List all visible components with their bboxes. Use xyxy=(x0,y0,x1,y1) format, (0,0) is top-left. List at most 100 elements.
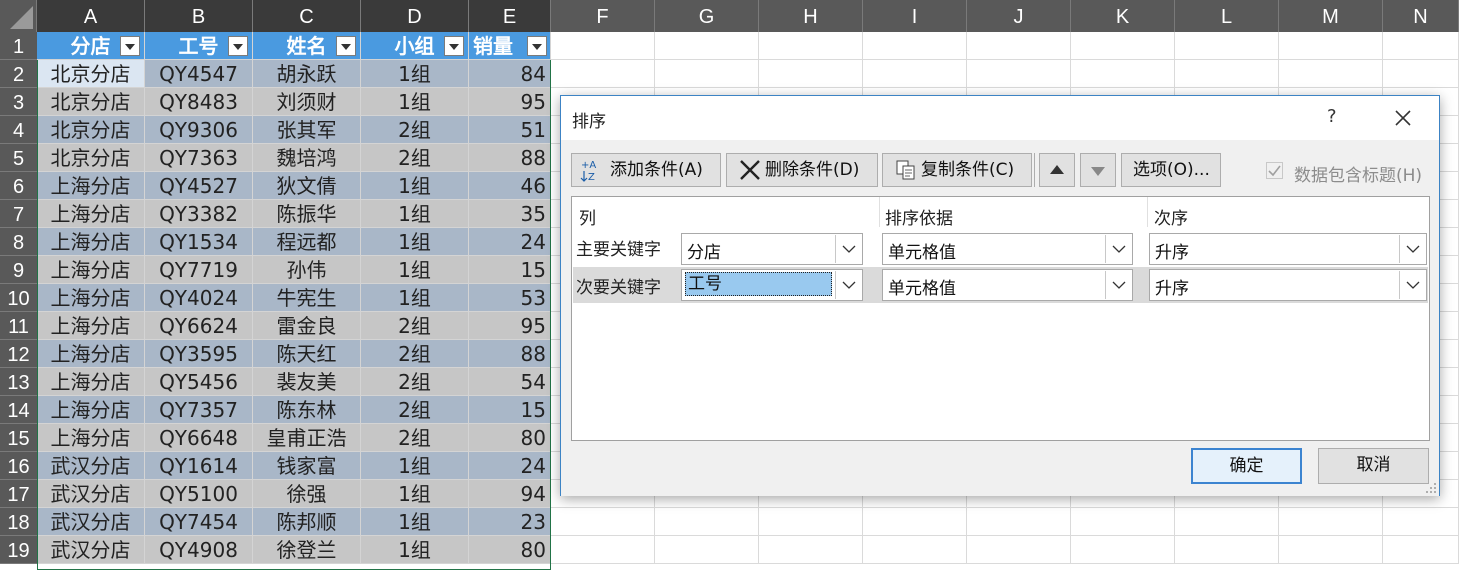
empty-cell[interactable] xyxy=(967,60,1071,88)
table-cell[interactable]: QY6624 xyxy=(145,312,253,340)
primary-sort-on-select[interactable]: 单元格值 xyxy=(882,233,1133,265)
table-cell[interactable]: QY4527 xyxy=(145,172,253,200)
column-header-d[interactable]: D xyxy=(361,0,469,32)
table-cell[interactable]: 张其军 xyxy=(253,116,361,144)
primary-order-select[interactable]: 升序 xyxy=(1149,233,1427,265)
table-cell[interactable]: 上海分店 xyxy=(37,172,145,200)
table-cell[interactable]: QY7357 xyxy=(145,396,253,424)
table-cell[interactable]: 46 xyxy=(469,172,551,200)
table-cell[interactable]: 15 xyxy=(469,396,551,424)
empty-cell[interactable] xyxy=(759,508,863,536)
row-header[interactable]: 9 xyxy=(0,256,37,284)
table-cell[interactable]: QY4024 xyxy=(145,284,253,312)
table-cell[interactable]: 1组 xyxy=(361,480,469,508)
help-button[interactable]: ? xyxy=(1327,106,1337,127)
row-header[interactable]: 1 xyxy=(0,32,37,60)
table-cell[interactable]: 95 xyxy=(469,88,551,116)
table-cell[interactable]: 上海分店 xyxy=(37,368,145,396)
table-cell[interactable]: 88 xyxy=(469,144,551,172)
row-header[interactable]: 6 xyxy=(0,172,37,200)
table-cell[interactable]: 上海分店 xyxy=(37,228,145,256)
filter-dropdown-icon[interactable] xyxy=(527,36,547,56)
table-cell[interactable]: 54 xyxy=(469,368,551,396)
row-header[interactable]: 13 xyxy=(0,368,37,396)
table-cell[interactable]: 上海分店 xyxy=(37,340,145,368)
table-cell[interactable]: 雷金良 xyxy=(253,312,361,340)
filter-dropdown-icon[interactable] xyxy=(120,36,140,56)
table-cell[interactable]: 陈天红 xyxy=(253,340,361,368)
table-cell[interactable]: 1组 xyxy=(361,228,469,256)
primary-column-select[interactable]: 分店 xyxy=(681,233,863,265)
row-header[interactable]: 18 xyxy=(0,508,37,536)
table-cell[interactable]: 上海分店 xyxy=(37,396,145,424)
table-cell[interactable]: 51 xyxy=(469,116,551,144)
chevron-down-icon[interactable] xyxy=(835,235,861,263)
chevron-down-icon[interactable] xyxy=(1399,271,1425,299)
table-cell[interactable]: QY9306 xyxy=(145,116,253,144)
table-cell[interactable]: 狄文倩 xyxy=(253,172,361,200)
empty-cell[interactable] xyxy=(551,60,655,88)
empty-cell[interactable] xyxy=(1383,60,1459,88)
table-cell[interactable]: 钱家富 xyxy=(253,452,361,480)
secondary-column-select[interactable]: 工号 xyxy=(681,269,863,301)
table-cell[interactable]: 1组 xyxy=(361,536,469,564)
table-cell[interactable]: 上海分店 xyxy=(37,256,145,284)
table-cell[interactable]: 94 xyxy=(469,480,551,508)
row-header[interactable]: 4 xyxy=(0,116,37,144)
table-header-cell[interactable]: 姓名 xyxy=(253,32,361,60)
table-cell[interactable]: 1组 xyxy=(361,88,469,116)
row-header[interactable]: 3 xyxy=(0,88,37,116)
empty-cell[interactable] xyxy=(551,508,655,536)
filter-dropdown-icon[interactable] xyxy=(444,36,464,56)
row-header[interactable]: 14 xyxy=(0,396,37,424)
column-header-m[interactable]: M xyxy=(1279,0,1383,32)
table-cell[interactable]: 上海分店 xyxy=(37,312,145,340)
table-cell[interactable]: 24 xyxy=(469,452,551,480)
table-cell[interactable]: 皇甫正浩 xyxy=(253,424,361,452)
empty-cell[interactable] xyxy=(1071,536,1175,564)
copy-condition-button[interactable]: 复制条件(C) xyxy=(882,153,1032,187)
table-cell[interactable]: 24 xyxy=(469,228,551,256)
table-cell[interactable]: QY8483 xyxy=(145,88,253,116)
column-header-e[interactable]: E xyxy=(469,0,551,32)
empty-cell[interactable] xyxy=(655,536,759,564)
table-cell[interactable]: 2组 xyxy=(361,368,469,396)
select-all-corner[interactable] xyxy=(0,0,37,32)
empty-cell[interactable] xyxy=(1071,60,1175,88)
secondary-order-select[interactable]: 升序 xyxy=(1149,269,1427,301)
chevron-down-icon[interactable] xyxy=(1105,271,1131,299)
cancel-button[interactable]: 取消 xyxy=(1318,448,1429,484)
row-header[interactable]: 12 xyxy=(0,340,37,368)
table-cell[interactable]: 北京分店 xyxy=(37,88,145,116)
column-header-l[interactable]: L xyxy=(1175,0,1279,32)
move-down-button[interactable] xyxy=(1080,153,1116,187)
table-cell[interactable]: 95 xyxy=(469,312,551,340)
empty-cell[interactable] xyxy=(1071,508,1175,536)
table-cell[interactable]: QY3382 xyxy=(145,200,253,228)
table-header-cell[interactable]: 销量 xyxy=(469,32,551,60)
empty-cell[interactable] xyxy=(967,32,1071,60)
empty-cell[interactable] xyxy=(1383,536,1459,564)
empty-cell[interactable] xyxy=(1175,60,1279,88)
table-cell[interactable]: 1组 xyxy=(361,284,469,312)
empty-cell[interactable] xyxy=(551,32,655,60)
table-cell[interactable]: QY1534 xyxy=(145,228,253,256)
table-cell[interactable]: 2组 xyxy=(361,116,469,144)
table-cell[interactable]: 1组 xyxy=(361,200,469,228)
table-cell[interactable]: 武汉分店 xyxy=(37,508,145,536)
table-cell[interactable]: 2组 xyxy=(361,424,469,452)
table-cell[interactable]: QY4908 xyxy=(145,536,253,564)
row-header[interactable]: 7 xyxy=(0,200,37,228)
empty-cell[interactable] xyxy=(1175,508,1279,536)
empty-cell[interactable] xyxy=(759,60,863,88)
row-header[interactable]: 10 xyxy=(0,284,37,312)
empty-cell[interactable] xyxy=(967,508,1071,536)
row-header[interactable]: 11 xyxy=(0,312,37,340)
row-header[interactable]: 19 xyxy=(0,536,37,564)
table-cell[interactable]: 刘须财 xyxy=(253,88,361,116)
table-cell[interactable]: QY6648 xyxy=(145,424,253,452)
table-cell[interactable]: 孙伟 xyxy=(253,256,361,284)
table-cell[interactable]: QY7719 xyxy=(145,256,253,284)
table-cell[interactable]: 陈东林 xyxy=(253,396,361,424)
empty-cell[interactable] xyxy=(1175,32,1279,60)
